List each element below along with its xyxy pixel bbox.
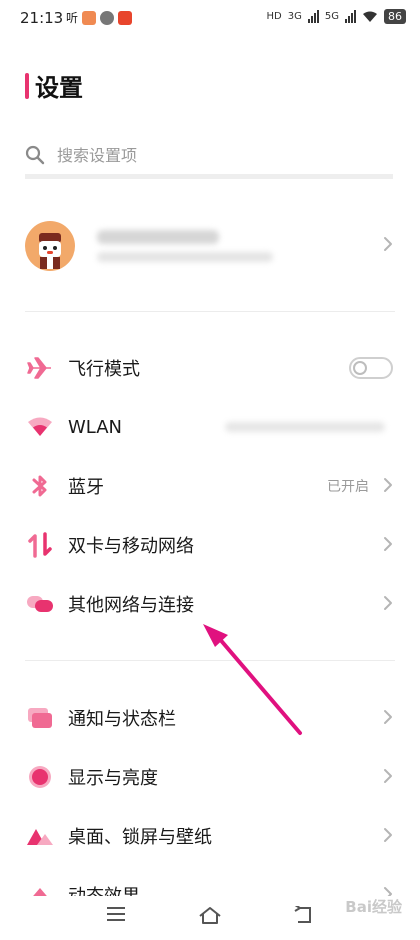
connection-icon — [25, 589, 55, 619]
display-label: 显示与亮度 — [68, 768, 158, 789]
signal-icon-2 — [345, 10, 356, 23]
home-icon[interactable] — [198, 906, 222, 924]
bluetooth-icon — [25, 471, 55, 501]
setting-other-network[interactable]: 其他网络与连接 — [25, 579, 395, 629]
setting-dual-sim[interactable]: 双卡与移动网络 — [25, 520, 395, 570]
setting-bluetooth[interactable]: 蓝牙 已开启 — [25, 461, 395, 511]
chevron-right-icon — [384, 537, 392, 551]
other-network-label: 其他网络与连接 — [68, 595, 194, 616]
app-notification-icon-2 — [118, 10, 133, 25]
title-accent-bar — [25, 72, 29, 99]
desktop-label: 桌面、锁屏与壁纸 — [68, 827, 212, 848]
toggle-knob — [353, 361, 367, 375]
setting-wlan[interactable]: WLAN — [25, 402, 395, 452]
chevron-right-icon — [384, 769, 392, 783]
airplane-icon — [25, 353, 55, 383]
battery-indicator: 86 — [384, 9, 406, 24]
avatar — [25, 221, 75, 271]
message-icon — [100, 10, 115, 25]
network-3g-label: 3G — [287, 11, 302, 22]
account-name-blurred — [97, 230, 219, 244]
bluetooth-status: 已开启 — [327, 479, 369, 495]
menu-icon[interactable] — [106, 906, 126, 922]
wifi-icon — [363, 11, 377, 22]
section-divider — [25, 311, 395, 312]
chevron-right-icon — [384, 710, 392, 724]
page-header: 设置 — [25, 68, 83, 103]
setting-notifications[interactable]: 通知与状态栏 — [25, 693, 395, 743]
bluetooth-label: 蓝牙 — [68, 477, 104, 498]
watermark: Bai经验 — [345, 898, 402, 916]
brightness-icon — [25, 762, 55, 792]
wifi-icon — [25, 412, 55, 442]
chevron-right-icon — [384, 828, 392, 842]
network-5g-label: 5G — [324, 11, 339, 22]
dual-sim-arrows-icon — [25, 530, 55, 560]
airplane-mode-toggle[interactable] — [349, 357, 393, 379]
search-input[interactable] — [55, 144, 359, 166]
notifications-label: 通知与状态栏 — [68, 709, 176, 730]
page-title: 设置 — [35, 74, 83, 102]
search-bar[interactable] — [25, 136, 393, 179]
search-icon — [25, 145, 45, 165]
section-divider — [25, 660, 395, 661]
account-row[interactable] — [25, 218, 395, 274]
setting-airplane-mode[interactable]: 飞行模式 — [25, 343, 395, 393]
app-notification-icon — [82, 10, 97, 25]
chevron-right-icon — [384, 478, 392, 492]
mountain-icon — [25, 821, 55, 851]
back-icon[interactable] — [294, 906, 314, 924]
setting-desktop-wallpaper[interactable]: 桌面、锁屏与壁纸 — [25, 811, 395, 861]
dual-sim-label: 双卡与移动网络 — [68, 536, 194, 557]
wlan-network-blurred — [225, 422, 385, 432]
signal-icon — [307, 10, 319, 23]
hd-label: HD — [266, 11, 282, 22]
airplane-mode-label: 飞行模式 — [68, 359, 140, 380]
account-id-blurred — [97, 252, 273, 262]
chevron-right-icon — [384, 237, 392, 251]
status-bar: 21:13 听 HD 3G 5G 86 — [0, 0, 420, 38]
status-left-icons: 听 — [66, 9, 133, 26]
status-right-icons: HD 3G 5G 86 — [267, 9, 406, 24]
chevron-right-icon — [384, 596, 392, 610]
status-tag: 听 — [66, 11, 79, 25]
status-time: 21:13 — [20, 9, 64, 27]
wlan-label: WLAN — [68, 416, 123, 438]
setting-display[interactable]: 显示与亮度 — [25, 752, 395, 802]
notification-icon — [25, 703, 55, 733]
